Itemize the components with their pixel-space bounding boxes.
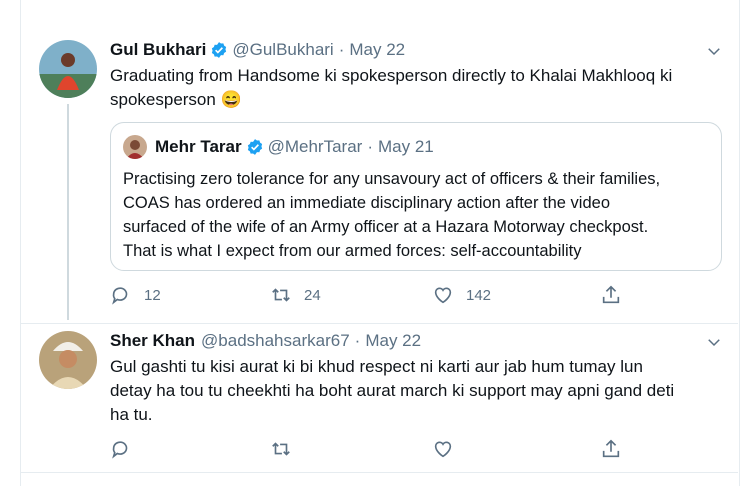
retweet-button[interactable] [270, 438, 292, 460]
quoted-avatar [123, 135, 147, 159]
author-handle[interactable]: @badshahsarkar67 [201, 331, 350, 351]
reply-count: 12 [144, 286, 161, 304]
tweet-text-line: detay ha tou tu cheekhti ha boht aurat m… [110, 381, 675, 400]
retweet-icon [272, 288, 290, 302]
share-icon [602, 439, 620, 458]
tweet-divider [20, 323, 738, 324]
share-icon [602, 285, 620, 304]
heart-icon [434, 287, 452, 304]
like-button[interactable]: 142 [432, 284, 491, 306]
reply-button[interactable]: 12 [110, 284, 161, 306]
quoted-text-line: Practising zero tolerance for any unsavo… [123, 170, 661, 188]
separator-dot: · [338, 40, 345, 59]
verified-badge-icon [212, 42, 227, 58]
tweet-text-line: spokesperson 😄 [110, 90, 242, 109]
quoted-tweet[interactable]: Mehr Tarar @MehrTarar · May 21 Practisin… [110, 122, 722, 271]
chevron-down-icon[interactable] [705, 333, 723, 351]
quoted-header: Mehr Tarar @MehrTarar · May 21 [155, 137, 434, 157]
tweet-divider [20, 472, 738, 473]
tweet-date[interactable]: May 22 [365, 331, 421, 351]
heart-icon [434, 441, 452, 458]
separator-dot: · [354, 331, 361, 350]
share-button[interactable] [600, 438, 622, 460]
tweet-header: Sher Khan @badshahsarkar67 · May 22 [110, 331, 421, 351]
reply-icon [112, 441, 128, 459]
tweet-text: Graduating from Handsome ki spokesperson… [110, 64, 672, 112]
tweet-text-line: Graduating from Handsome ki spokesperson… [110, 66, 673, 85]
separator-dot: · [367, 137, 374, 156]
quoted-text-line: COAS has ordered an immediate disciplina… [123, 194, 610, 212]
quoted-author-handle: @MehrTarar [267, 137, 363, 156]
like-count: 142 [466, 286, 492, 304]
like-button[interactable] [432, 438, 454, 460]
tweet-header: Gul Bukhari @GulBukhari · May 22 [110, 40, 405, 60]
retweet-button[interactable]: 24 [270, 284, 321, 306]
tweet-text-line: Gul gashti tu kisi aurat ki bi khud resp… [110, 357, 643, 376]
quoted-text-line: surfaced of the wife of an Army officer … [123, 218, 649, 236]
tweet-text: Gul gashti tu kisi aurat ki bi khud resp… [110, 355, 732, 427]
chevron-down-icon[interactable] [705, 42, 723, 60]
retweet-count: 24 [304, 286, 321, 304]
quoted-text: Practising zero tolerance for any unsavo… [123, 167, 660, 263]
quoted-author-name: Mehr Tarar [155, 137, 242, 156]
author-name[interactable]: Sher Khan [110, 331, 195, 351]
verified-badge-icon [247, 139, 262, 155]
tweet-date[interactable]: May 22 [349, 40, 405, 60]
author-name[interactable]: Gul Bukhari [110, 40, 206, 60]
thread-line [67, 104, 69, 320]
retweet-icon [272, 442, 290, 456]
avatar[interactable] [39, 331, 97, 389]
tweet-text-line: ha tu. [110, 405, 153, 424]
quoted-date: May 21 [378, 137, 434, 156]
quoted-text-line: That is what I expect from our armed for… [123, 242, 582, 260]
reply-icon [112, 287, 128, 305]
avatar[interactable] [39, 40, 97, 98]
reply-button[interactable] [110, 438, 132, 460]
share-button[interactable] [600, 284, 622, 306]
author-handle[interactable]: @GulBukhari [232, 40, 333, 60]
